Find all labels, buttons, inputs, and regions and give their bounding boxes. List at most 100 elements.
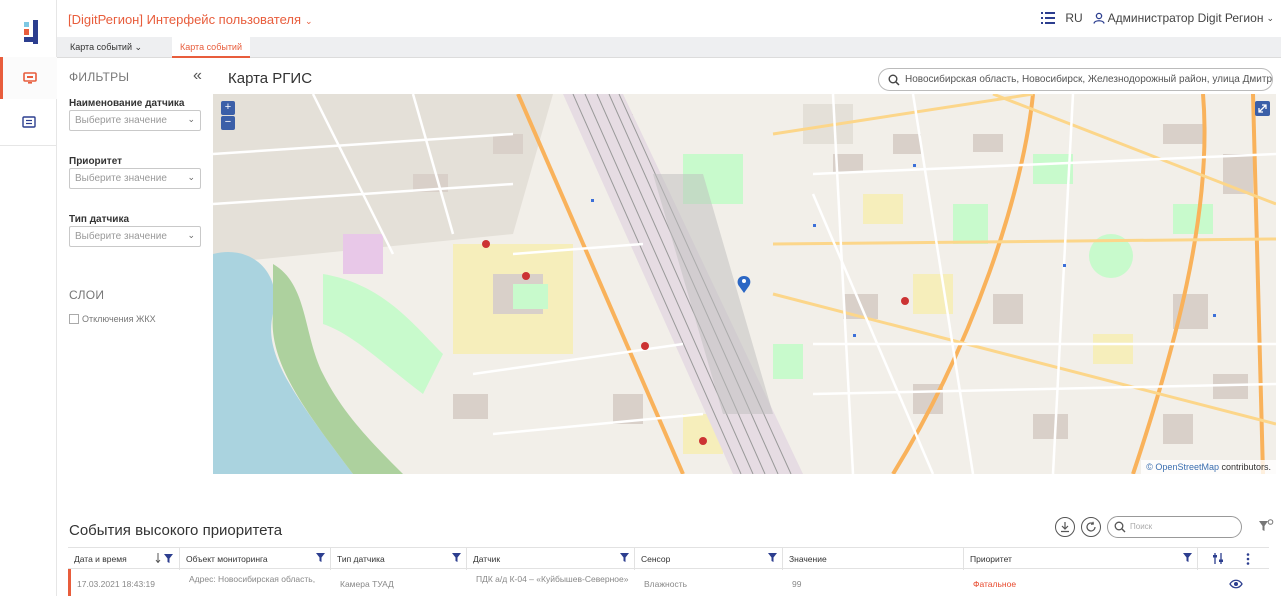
tab-label: Карта событий [180, 42, 242, 52]
left-rail [0, 0, 57, 596]
digit-logo-icon[interactable] [22, 20, 42, 44]
chevron-down-icon: ⌄ [187, 114, 195, 124]
sensor-type-placeholder: Выберите значение [75, 231, 167, 242]
cell-priority: Фатальное [973, 579, 1017, 589]
list-icon [21, 116, 36, 128]
col-datetime[interactable]: Дата и время [68, 548, 180, 570]
chevron-down-icon: ⌄ [1266, 12, 1274, 23]
map-title: Карта РГИС [228, 70, 313, 87]
cell-datetime: 17.03.2021 18:43:19 [77, 579, 155, 589]
cell-object: Адрес: Новосибирская область, [189, 574, 316, 584]
map-view[interactable]: + − © OpenStreetMap contributors. [213, 94, 1276, 474]
col-value[interactable]: Значение [783, 548, 964, 570]
priority-select[interactable]: Выберите значение ⌄ [69, 168, 201, 189]
layers-title: СЛОИ [69, 288, 105, 302]
chevron-down-icon: ⌄ [305, 16, 313, 26]
sort-down-icon [155, 553, 161, 564]
col-actions [1198, 548, 1269, 570]
refresh-button[interactable] [1081, 517, 1101, 537]
top-bar: [DigitРегион] Интерфейс пользователя ⌄ RU… [57, 0, 1281, 37]
address-search-input[interactable]: Новосибирская область, Новосибирск, Желе… [878, 68, 1273, 91]
clear-filters-icon[interactable] [1258, 519, 1274, 533]
map-tiles [213, 94, 1276, 474]
col-sensor-label: Датчик [473, 554, 501, 564]
filter-icon[interactable] [452, 553, 461, 562]
col-datetime-label: Дата и время [74, 554, 127, 564]
checkbox[interactable] [69, 314, 79, 324]
fullscreen-icon [1258, 104, 1267, 113]
filters-panel: ФИЛЬТРЫ « Наименование датчика Выберите … [57, 58, 212, 348]
filter-icon[interactable] [1183, 553, 1192, 562]
sensor-name-select[interactable]: Выберите значение ⌄ [69, 110, 201, 131]
download-button[interactable] [1055, 517, 1075, 537]
osm-link[interactable]: © OpenStreetMap [1146, 462, 1219, 472]
list-menu-icon[interactable] [1041, 12, 1056, 24]
zoom-out-button[interactable]: − [221, 116, 235, 130]
col-priority[interactable]: Приоритет [964, 548, 1198, 570]
filter-icon [164, 554, 173, 563]
sensor-name-placeholder: Выберите значение [75, 115, 167, 126]
user-name: Администратор Digit Регион [1107, 11, 1264, 25]
priority-label: Приоритет [69, 156, 123, 167]
col-priority-label: Приоритет [970, 554, 1012, 564]
layer-label: Отключения ЖКХ [82, 314, 156, 324]
language-switch[interactable]: RU [1065, 11, 1082, 25]
column-settings-icon[interactable] [1212, 553, 1224, 564]
app-title: [DigitРегион] Интерфейс пользователя [68, 12, 301, 27]
attribution-text: contributors. [1218, 462, 1271, 472]
filter-icon[interactable] [768, 553, 777, 562]
chevron-down-icon: ⌄ [187, 230, 195, 240]
more-vertical-icon[interactable] [1246, 553, 1250, 565]
top-right-controls: RU Администратор Digit Регион ⌄ [1041, 11, 1274, 25]
tab-events-map-dropdown[interactable]: Карта событий ⌄ [62, 37, 150, 58]
search-icon [1114, 521, 1126, 533]
tab-strip: Карта событий ⌄ Карта событий [57, 37, 1281, 58]
zoom-controls: + − [221, 101, 235, 131]
rail-monitor-item[interactable] [0, 57, 57, 99]
address-value: Новосибирская область, Новосибирск, Желе… [905, 74, 1273, 85]
search-icon [888, 74, 900, 86]
sensor-name-label: Наименование датчика [69, 98, 185, 109]
collapse-panel-icon[interactable]: « [193, 67, 202, 85]
col-sensor-kind-label: Сенсор [641, 554, 671, 564]
cell-value: 99 [792, 579, 802, 589]
cell-sensor-kind: Влажность [644, 579, 688, 589]
col-object[interactable]: Объект мониторинга [180, 548, 331, 570]
chevron-down-icon: ⌄ [134, 42, 143, 52]
cell-sensor-type: Камера ТУАД [340, 579, 394, 589]
table-row[interactable]: 17.03.2021 18:43:19 Адрес: Новосибирская… [68, 569, 1269, 596]
layer-utility-outages[interactable]: Отключения ЖКХ [69, 314, 156, 324]
col-sensor-kind[interactable]: Сенсор [635, 548, 783, 570]
tab-label: Карта событий [70, 42, 132, 52]
app-title-dropdown[interactable]: [DigitРегион] Интерфейс пользователя ⌄ [68, 12, 313, 27]
chevron-down-icon: ⌄ [187, 172, 195, 182]
col-sensor-type[interactable]: Тип датчика [331, 548, 467, 570]
events-table: Дата и время Объект мониторинга Тип датч… [68, 547, 1269, 596]
tab-events-map[interactable]: Карта событий [172, 37, 250, 58]
filter-icon[interactable] [620, 553, 629, 562]
rail-list-item[interactable] [0, 101, 57, 143]
col-value-label: Значение [789, 554, 827, 564]
events-toolbar: Поиск [1055, 516, 1242, 538]
zoom-in-button[interactable]: + [221, 101, 235, 115]
events-search-input[interactable]: Поиск [1107, 516, 1242, 538]
refresh-icon [1086, 521, 1096, 532]
col-sensor[interactable]: Датчик [467, 548, 635, 570]
events-title: События высокого приоритета [69, 522, 283, 539]
fullscreen-button[interactable] [1255, 101, 1270, 116]
col-object-label: Объект мониторинга [186, 554, 268, 564]
filter-icon[interactable] [316, 553, 325, 562]
map-attribution: © OpenStreetMap contributors. [1141, 460, 1276, 474]
sort-filter-icons[interactable] [154, 553, 173, 565]
filters-title: ФИЛЬТРЫ [69, 70, 130, 84]
sensor-type-select[interactable]: Выберите значение ⌄ [69, 226, 201, 247]
download-icon [1061, 522, 1069, 533]
col-sensor-type-label: Тип датчика [337, 554, 385, 564]
monitor-icon [23, 72, 37, 84]
user-menu[interactable]: Администратор Digit Регион ⌄ [1093, 11, 1274, 25]
sensor-type-label: Тип датчика [69, 214, 130, 225]
events-search-placeholder: Поиск [1130, 522, 1153, 531]
priority-placeholder: Выберите значение [75, 173, 167, 184]
cell-sensor: ПДК а/д К-04 – «Куйбышев-Северное» [476, 574, 629, 584]
view-icon[interactable] [1229, 579, 1243, 589]
